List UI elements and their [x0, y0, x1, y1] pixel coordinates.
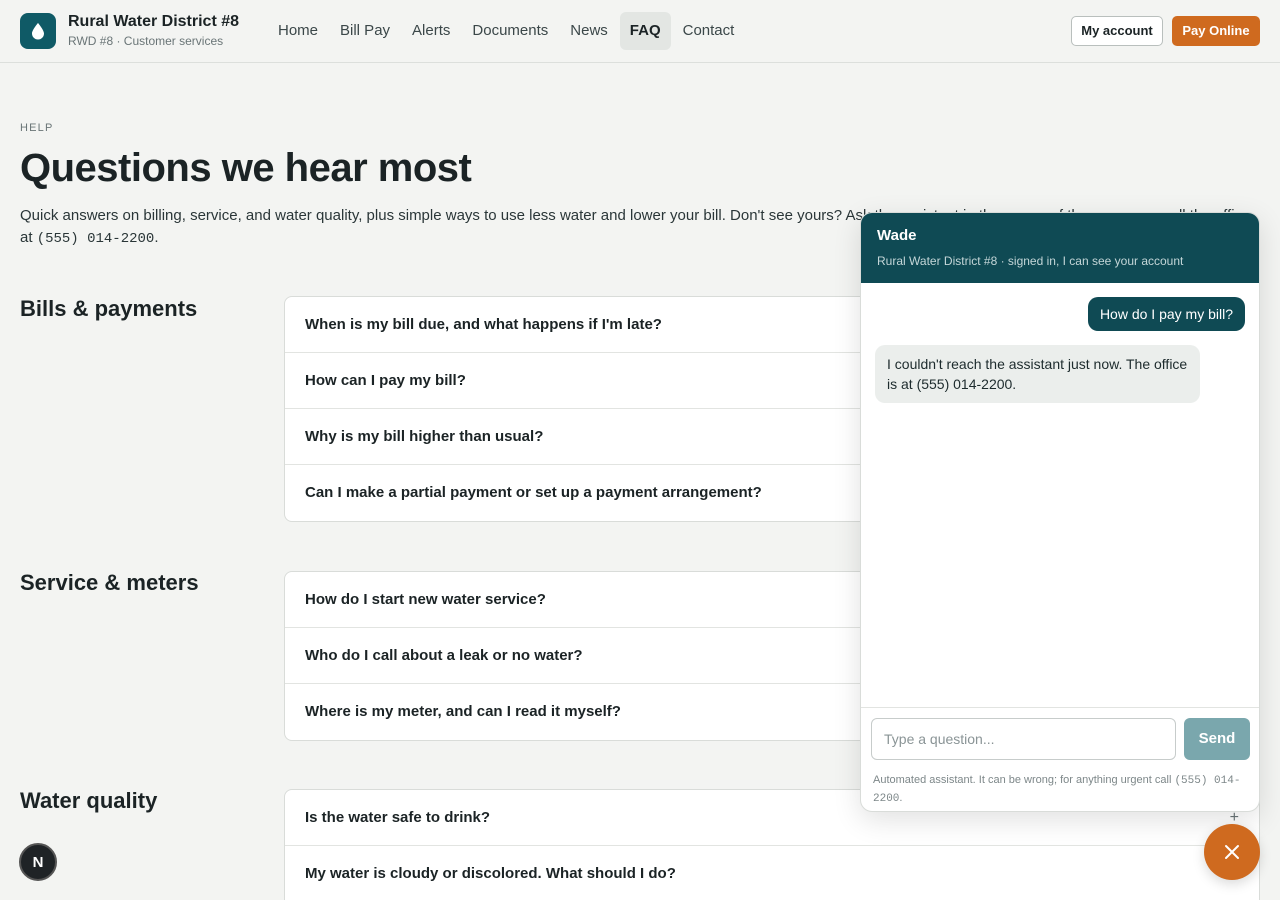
- nav-bill-pay[interactable]: Bill Pay: [330, 12, 400, 50]
- brand-title: Rural Water District #8: [68, 13, 240, 30]
- dev-badge[interactable]: N: [19, 843, 57, 881]
- office-phone: (555) 014-2200: [36, 231, 155, 247]
- chat-header: Wade Rural Water District #8 · signed in…: [861, 213, 1259, 283]
- water-drop-icon: [32, 23, 44, 40]
- faq-question-text: When is my bill due, and what happens if…: [305, 316, 662, 333]
- section-title-service: Service & meters: [20, 570, 199, 595]
- disclaimer-suffix: .: [899, 792, 903, 804]
- faq-question-text: Where is my meter, and can I read it mys…: [305, 703, 621, 720]
- chat-disclaimer: Automated assistant. It can be wrong; fo…: [873, 772, 1245, 808]
- chat-panel: Wade Rural Water District #8 · signed in…: [860, 212, 1260, 812]
- logo[interactable]: [20, 13, 56, 49]
- user-message: How do I pay my bill?: [1087, 297, 1245, 331]
- pay-online-button[interactable]: Pay Online: [1172, 16, 1260, 46]
- nav-news[interactable]: News: [560, 12, 618, 50]
- chat-input[interactable]: [871, 718, 1176, 760]
- nav-contact[interactable]: Contact: [673, 12, 745, 50]
- nav-faq[interactable]: FAQ: [619, 12, 671, 50]
- disclaimer-text: Automated assistant. It can be wrong; fo…: [873, 774, 1175, 786]
- my-account-button[interactable]: My account: [1071, 16, 1163, 46]
- nav-alerts[interactable]: Alerts: [402, 12, 460, 50]
- faq-question-text: How do I start new water service?: [305, 591, 546, 608]
- main-nav: Home Bill Pay Alerts Documents News FAQ …: [268, 12, 746, 50]
- close-icon: [1225, 845, 1239, 859]
- intro-prefix: at: [20, 229, 37, 246]
- section-title-bills: Bills & payments: [20, 296, 198, 321]
- faq-question-text: Who do I call about a leak or no water?: [305, 647, 583, 664]
- assistant-message: I couldn't reach the assistant just now.…: [875, 345, 1200, 403]
- top-bar: Rural Water District #8 RWD #8 · Custome…: [0, 0, 1280, 63]
- assistant-subtitle: Rural Water District #8 · signed in, I c…: [877, 254, 1184, 268]
- faq-question-text: Is the water safe to drink?: [305, 809, 491, 826]
- assistant-name: Wade: [877, 227, 917, 244]
- send-button[interactable]: Send: [1184, 718, 1250, 760]
- faq-question-text: How can I pay my bill?: [305, 372, 466, 389]
- nav-documents[interactable]: Documents: [462, 12, 558, 50]
- brand-subtitle: RWD #8 · Customer services: [68, 34, 224, 48]
- section-title-water-quality: Water quality: [20, 788, 158, 813]
- chat-footer: Send Automated assistant. It can be wron…: [861, 707, 1259, 811]
- nav-home[interactable]: Home: [268, 12, 328, 50]
- faq-question-text: Why is my bill higher than usual?: [305, 428, 544, 445]
- page-title: Questions we hear most: [20, 146, 472, 190]
- intro-suffix: .: [154, 229, 159, 246]
- faq-question-text: My water is cloudy or discolored. What s…: [305, 865, 676, 882]
- section-eyebrow: HELP: [20, 122, 54, 134]
- faq-question[interactable]: My water is cloudy or discolored. What s…: [285, 846, 1259, 900]
- intro-text-line2: at (555) 014-2200.: [20, 227, 158, 250]
- chat-close-button[interactable]: [1204, 824, 1260, 880]
- faq-question-text: Can I make a partial payment or set up a…: [305, 484, 762, 501]
